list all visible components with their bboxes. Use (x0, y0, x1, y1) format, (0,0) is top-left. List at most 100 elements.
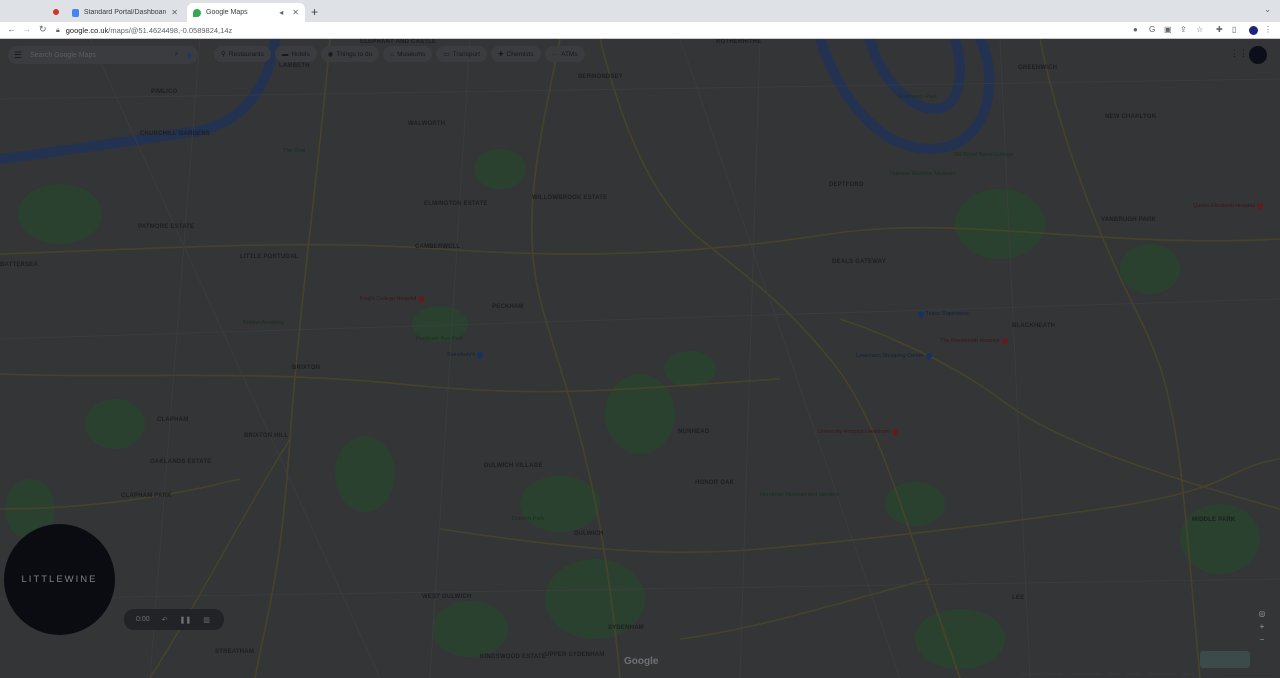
area-label: KINGSWOOD ESTATE (480, 654, 546, 660)
tab-search-chevron-icon[interactable]: ⌄ (1264, 5, 1271, 14)
littlewine-webcam-bubble: LITTLEWINE (4, 524, 115, 635)
poi-label: Greenwich Park (898, 94, 938, 100)
account-avatar[interactable] (1249, 46, 1267, 64)
area-label: DEPTFORD (829, 182, 864, 188)
microphone-icon[interactable]: ● (1133, 25, 1138, 34)
poi-marker[interactable]: Greenwich Park (898, 94, 937, 100)
bookmark-star-icon[interactable]: ☆ (1196, 25, 1203, 34)
new-tab-button[interactable]: + (311, 5, 318, 19)
map-search-box[interactable]: ☰ Search Google Maps ⌕ ◆ (8, 46, 198, 64)
layers-toggle[interactable] (1200, 651, 1250, 668)
hamburger-menu-icon[interactable]: ☰ (14, 50, 22, 61)
extensions-puzzle-icon[interactable]: ✚ (1216, 25, 1223, 34)
scale-label[interactable]: 500 m (1183, 671, 1194, 676)
terms-link[interactable]: Terms (1108, 671, 1119, 676)
send-feedback-link[interactable]: Send feedback (1148, 671, 1175, 676)
privacy-link[interactable]: Privacy (1127, 671, 1140, 676)
poi-marker[interactable]: Lewisham Shopping Centre (856, 351, 933, 361)
directions-icon[interactable]: ◆ (187, 51, 192, 59)
chip-label: ATMs (561, 50, 578, 58)
zoom-out-button[interactable]: − (1260, 635, 1265, 644)
poi-label: Queen Elizabeth Hospital (1193, 203, 1256, 209)
poi-marker[interactable]: Dulwich Park (512, 516, 544, 522)
camera-icon: ◉ (327, 51, 334, 58)
maps-favicon-icon (193, 8, 201, 17)
poi-marker[interactable]: The Oval (283, 148, 305, 154)
close-tab-icon[interactable]: ✕ (292, 8, 299, 17)
google-apps-grid-icon[interactable]: ⋮⋮ (1230, 48, 1248, 59)
chip-atms[interactable]: ··· ATMs (544, 46, 585, 62)
poi-label: University Hospital Lewisham (818, 429, 890, 435)
hospital-pin-icon (1000, 336, 1009, 346)
poi-label: Lewisham Shopping Centre (856, 353, 924, 359)
poi-marker[interactable]: Sainsbury's (447, 350, 485, 360)
portal-favicon-icon (72, 8, 79, 17)
poi-marker[interactable]: Horniman Museum and Gardens (760, 492, 840, 498)
chip-museums[interactable]: ⌂ Museums (383, 46, 433, 62)
google-logo: Google (624, 656, 659, 667)
chip-transport[interactable]: ▭ Transport (436, 46, 488, 62)
hospital-pin-icon (890, 427, 900, 437)
tab-title: Standard Portal/Dashboard Pa (83, 9, 167, 16)
area-label: BERMONDSEY (578, 74, 624, 80)
category-chips: ⚲ Restaurants ▬ Hotels ◉ Things to do ⌂ Muse… (214, 46, 585, 62)
google-lens-icon[interactable]: G (1149, 25, 1155, 34)
browser-menu-icon[interactable]: ⋮ (1264, 25, 1272, 34)
area-label: NUNHEAD (678, 429, 710, 435)
chip-hotels[interactable]: ▬ Hotels (274, 46, 317, 62)
area-label: LITTLE PORTUGAL (240, 254, 299, 260)
poi-marker[interactable]: Peckham Rye Park (416, 336, 463, 342)
area-label: BRIXTON (292, 365, 321, 371)
area-label: BRIXTON HILL (244, 433, 289, 439)
poi-marker[interactable]: Tesco Superstore (916, 309, 969, 319)
chip-chemists[interactable]: ✚ Chemists (491, 46, 541, 62)
poi-marker[interactable]: University Hospital Lewisham (818, 427, 900, 437)
share-icon[interactable]: ⇪ (1180, 25, 1187, 34)
utensils-icon: ⚲ (221, 51, 226, 58)
lock-icon[interactable]: 🔒︎ (56, 27, 60, 35)
poi-marker[interactable]: National Maritime Museum (890, 171, 955, 177)
area-label: SYDENHAM (608, 625, 644, 631)
install-app-icon[interactable]: ▣ (1164, 25, 1172, 34)
url-host: google.co.uk (65, 26, 109, 35)
forward-button[interactable]: → (22, 24, 31, 34)
reload-button[interactable]: ↻ (39, 24, 47, 35)
address-bar[interactable]: 🔒︎ google.co.uk/maps/@51.4624498,-0.0589… (56, 23, 1216, 38)
search-input[interactable]: Search Google Maps (30, 52, 96, 59)
brand-text: LITTLEWINE (21, 574, 98, 585)
poi-label: The Oval (283, 148, 306, 154)
area-label: HONOR OAK (695, 480, 735, 486)
hospital-pin-icon (1255, 201, 1265, 211)
poi-marker[interactable]: Queen Elizabeth Hospital (1193, 201, 1265, 211)
map-canvas[interactable]: LAMBETH PIMLICO ELEPHANT AND CASTLE BERM… (0, 39, 1280, 678)
shopping-pin-icon (916, 309, 926, 319)
area-label: DULWICH (574, 531, 604, 537)
trash-icon[interactable]: ▥ (203, 616, 210, 624)
chip-things-to-do[interactable]: ◉ Things to do (320, 46, 380, 62)
browser-profile-avatar[interactable] (1248, 25, 1259, 36)
shopping-pin-icon (924, 351, 933, 361)
poi-marker[interactable]: Old Royal Naval College (953, 152, 1013, 158)
chip-restaurants[interactable]: ⚲ Restaurants (214, 46, 271, 62)
search-icon[interactable]: ⌕ (175, 51, 179, 59)
tab-google-maps[interactable]: Google Maps ◂ ✕ (187, 3, 305, 22)
speaker-icon[interactable]: ◂ (279, 8, 283, 17)
region-link[interactable]: United Kingdom (1072, 671, 1100, 676)
poi-marker[interactable]: Brixton Academy (243, 320, 284, 326)
area-label: STREATHAM (215, 649, 255, 655)
chip-label: Transport (452, 50, 481, 58)
close-tab-icon[interactable]: ✕ (171, 8, 178, 17)
side-panel-icon[interactable]: ▯ (1232, 25, 1236, 34)
back-button[interactable]: ← (7, 24, 16, 34)
zoom-in-button[interactable]: + (1260, 622, 1265, 631)
poi-marker[interactable]: King's College Hospital (360, 294, 426, 304)
area-label: CHURCHILL GARDENS (140, 131, 210, 137)
pause-icon[interactable]: ❚❚ (180, 616, 192, 624)
hospital-pin-icon (417, 294, 426, 304)
area-label: GREENWICH (1018, 65, 1058, 71)
restart-icon[interactable]: ↶ (162, 616, 168, 624)
poi-marker[interactable]: The Blackheath Hospital (940, 336, 1009, 346)
my-location-icon[interactable]: ◎ (1259, 609, 1266, 618)
poi-label: The Blackheath Hospital (940, 338, 1000, 344)
tab-standard-portal[interactable]: Standard Portal/Dashboard Pa ✕ (66, 3, 184, 22)
